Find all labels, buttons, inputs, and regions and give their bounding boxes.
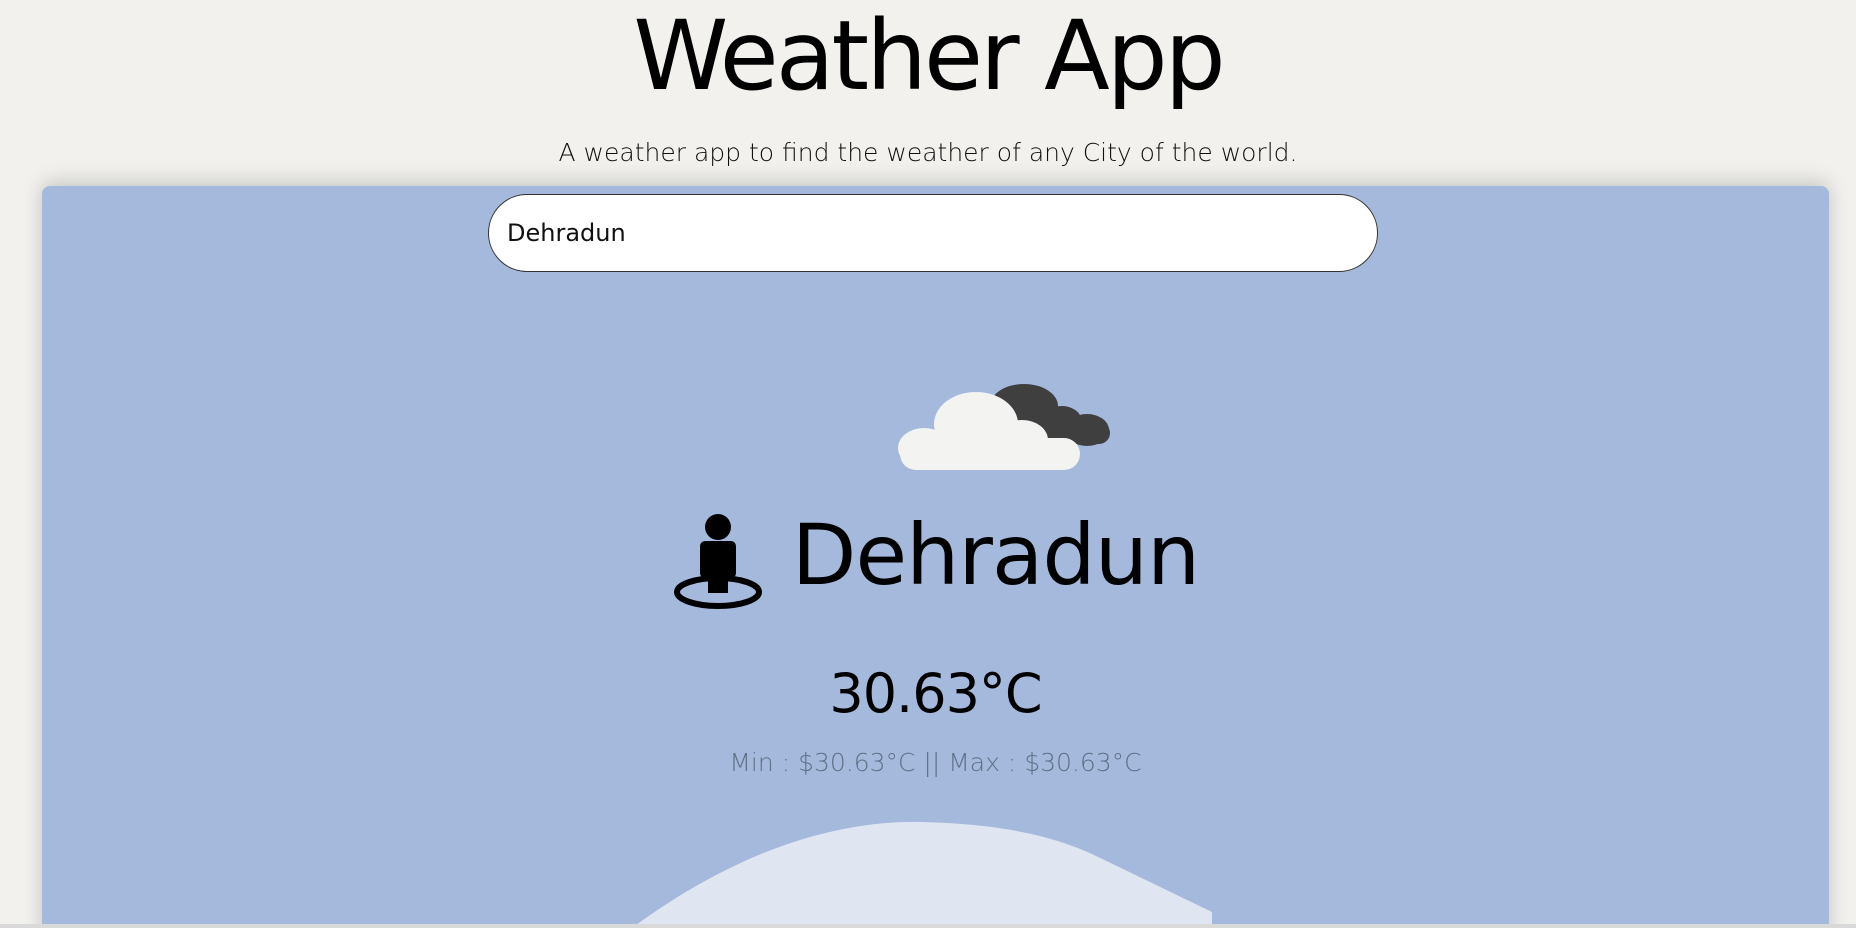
- temperature: 30.63°C: [829, 662, 1042, 725]
- cloudy-icon: [898, 384, 1110, 470]
- weather-card: Dehradun 30.63°C Min : $30.63°C || Max :…: [42, 186, 1829, 928]
- search-input[interactable]: [488, 194, 1378, 272]
- page: Weather App A weather app to find the we…: [0, 0, 1856, 928]
- app-subtitle: A weather app to find the weather of any…: [558, 138, 1298, 167]
- bottom-bar: [0, 924, 1856, 928]
- city-row: Dehradun: [42, 500, 1829, 610]
- min-max-temperature: Min : $30.63°C || Max : $30.63°C: [729, 748, 1142, 777]
- city-name: Dehradun: [791, 506, 1200, 604]
- person-location-icon: [673, 514, 762, 609]
- app-title: Weather App: [633, 0, 1225, 112]
